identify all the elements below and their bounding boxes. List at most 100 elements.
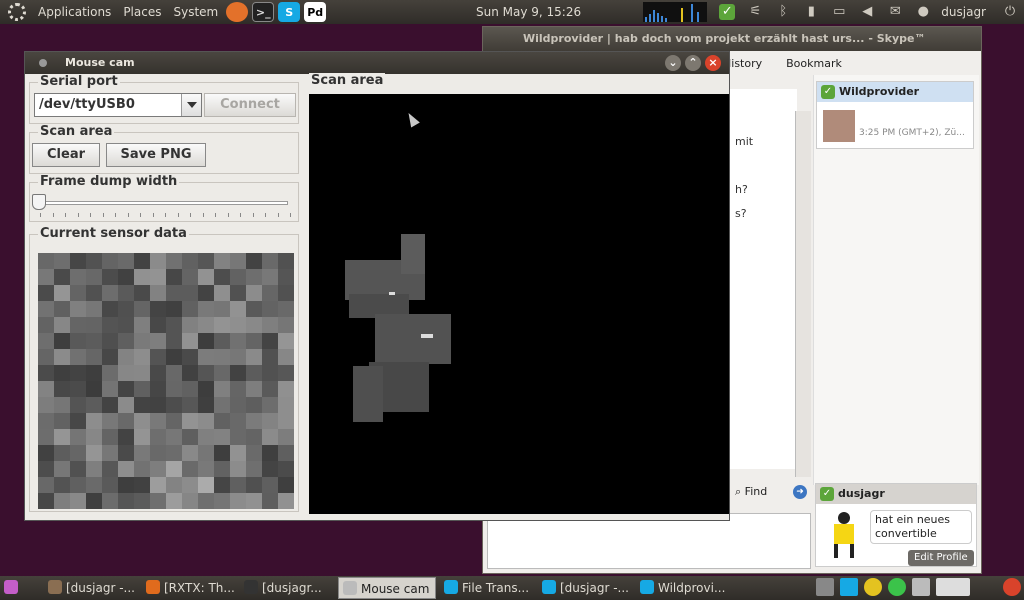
sensor-pixel (86, 397, 102, 413)
sensor-pixel (54, 381, 70, 397)
task-button[interactable]: [dusjagr -... (44, 577, 138, 599)
mail-icon[interactable]: ✉ (887, 4, 903, 20)
sensor-pixel (246, 349, 262, 365)
keyboard-icon[interactable] (816, 578, 834, 596)
menu-places[interactable]: Places (117, 0, 167, 24)
pd-icon[interactable]: Pd (304, 2, 327, 22)
task-button-active[interactable]: Mouse cam (338, 577, 436, 599)
window-menu-icon[interactable] (39, 59, 47, 67)
sensor-pixel (262, 413, 278, 429)
scan-canvas[interactable] (309, 94, 729, 514)
save-png-button[interactable]: Save PNG (106, 143, 206, 167)
frame-dump-slider-thumb[interactable] (32, 194, 46, 210)
sensor-pixel (134, 253, 150, 269)
sensor-pixel (38, 477, 54, 493)
power-icon[interactable]: ⏻ (1002, 4, 1018, 20)
skype-icon[interactable]: S (278, 2, 301, 22)
volume-icon[interactable]: ◀ (859, 4, 875, 20)
frame-dump-slider-track[interactable] (38, 201, 288, 205)
sensor-pixel (262, 429, 278, 445)
find-label: Find (744, 485, 768, 498)
task-button[interactable]: [RXTX: Th... (142, 577, 236, 599)
sensor-pixel (118, 413, 134, 429)
connect-button[interactable]: Connect (204, 93, 296, 117)
sensor-pixel (54, 349, 70, 365)
sensor-pixel (134, 493, 150, 509)
sensor-pixel (198, 285, 214, 301)
firefox-icon[interactable] (226, 2, 249, 22)
slider-tick (290, 213, 291, 217)
sensor-pixel (182, 301, 198, 317)
sensor-pixel (38, 285, 54, 301)
maximize-icon[interactable]: ⌃ (685, 55, 701, 71)
chevron-down-icon[interactable] (181, 94, 201, 116)
serial-port-group: Serial port /dev/ttyUSB0 Connect (29, 74, 299, 124)
sensor-pixel (198, 269, 214, 285)
system-monitor-graph[interactable] (643, 2, 708, 22)
send-icon[interactable]: ➜ (793, 485, 807, 499)
red-indicator-icon[interactable] (1003, 578, 1021, 596)
sensor-pixel (150, 253, 166, 269)
skype-status-icon[interactable]: ✓ (719, 4, 736, 20)
green-indicator-icon[interactable] (888, 578, 906, 596)
sensor-pixel (118, 461, 134, 477)
contact-card[interactable]: ✓ Wildprovider 3:25 PM (GMT+2), Zü... (816, 81, 974, 149)
sensor-pixel (182, 317, 198, 333)
chat-scrollbar[interactable] (795, 111, 811, 477)
bluetooth-icon[interactable]: ᛒ (775, 4, 791, 20)
task-button[interactable]: File Trans... (440, 577, 534, 599)
sensor-pixel (86, 381, 102, 397)
sensor-pixel (102, 317, 118, 333)
close-icon[interactable]: × (705, 55, 721, 71)
sensor-pixel (70, 413, 86, 429)
scan-highlight (421, 334, 433, 338)
sensor-pixel (86, 413, 102, 429)
ubuntu-logo-icon[interactable] (8, 3, 26, 21)
sensor-pixel (150, 461, 166, 477)
sensor-pixel (214, 477, 230, 493)
task-label: Wildprovi... (658, 581, 726, 595)
sensor-pixel (38, 445, 54, 461)
task-button[interactable]: [dusjagr -... (538, 577, 632, 599)
sensor-pixel (182, 429, 198, 445)
edit-profile-button[interactable]: Edit Profile (908, 550, 974, 566)
skype-icon (640, 580, 654, 594)
sensor-pixel (118, 381, 134, 397)
message-input[interactable] (487, 513, 811, 569)
menu-system[interactable]: System (167, 0, 224, 24)
sensor-pixel (182, 333, 198, 349)
sensor-pixel (150, 477, 166, 493)
workspace-switcher-icon[interactable] (840, 578, 858, 596)
show-desktop-button[interactable] (0, 577, 40, 599)
sensor-pixel (262, 493, 278, 509)
terminal-icon[interactable]: >_ (252, 2, 275, 22)
sensor-pixel (134, 317, 150, 333)
sensor-pixel (134, 333, 150, 349)
menu-applications[interactable]: Applications (32, 0, 117, 24)
find-button[interactable]: ⌕ Find (735, 485, 767, 499)
bookmark-button[interactable]: Bookmark (786, 57, 842, 70)
mouse-cam-titlebar[interactable]: Mouse cam ⌄ ⌃ × (25, 52, 729, 74)
sensor-pixel (70, 349, 86, 365)
chat-icon[interactable]: ● (915, 4, 931, 20)
network-icon[interactable]: ⚟ (747, 4, 763, 20)
battery-icon[interactable]: ▮ (803, 4, 819, 20)
minimize-icon[interactable]: ⌄ (665, 55, 681, 71)
trash-icon[interactable] (912, 578, 930, 596)
task-button[interactable]: Wildprovi... (636, 577, 730, 599)
mood-message[interactable]: hat ein neues convertible (870, 510, 972, 544)
display-icon[interactable]: ▭ (831, 4, 847, 20)
sensor-pixel (38, 493, 54, 509)
sensor-pixel (278, 349, 294, 365)
sensor-pixel (54, 461, 70, 477)
workspace-preview[interactable] (936, 578, 970, 596)
user-menu[interactable]: dusjagr (941, 5, 986, 19)
clear-button[interactable]: Clear (32, 143, 100, 167)
sensor-pixel (198, 317, 214, 333)
sensor-pixel (150, 269, 166, 285)
clock[interactable]: Sun May 9, 15:26 (476, 0, 581, 24)
task-button[interactable]: [dusjagr... (240, 577, 334, 599)
sensor-pixel (246, 461, 262, 477)
yellow-indicator-icon[interactable] (864, 578, 882, 596)
serial-port-select[interactable]: /dev/ttyUSB0 (34, 93, 202, 117)
